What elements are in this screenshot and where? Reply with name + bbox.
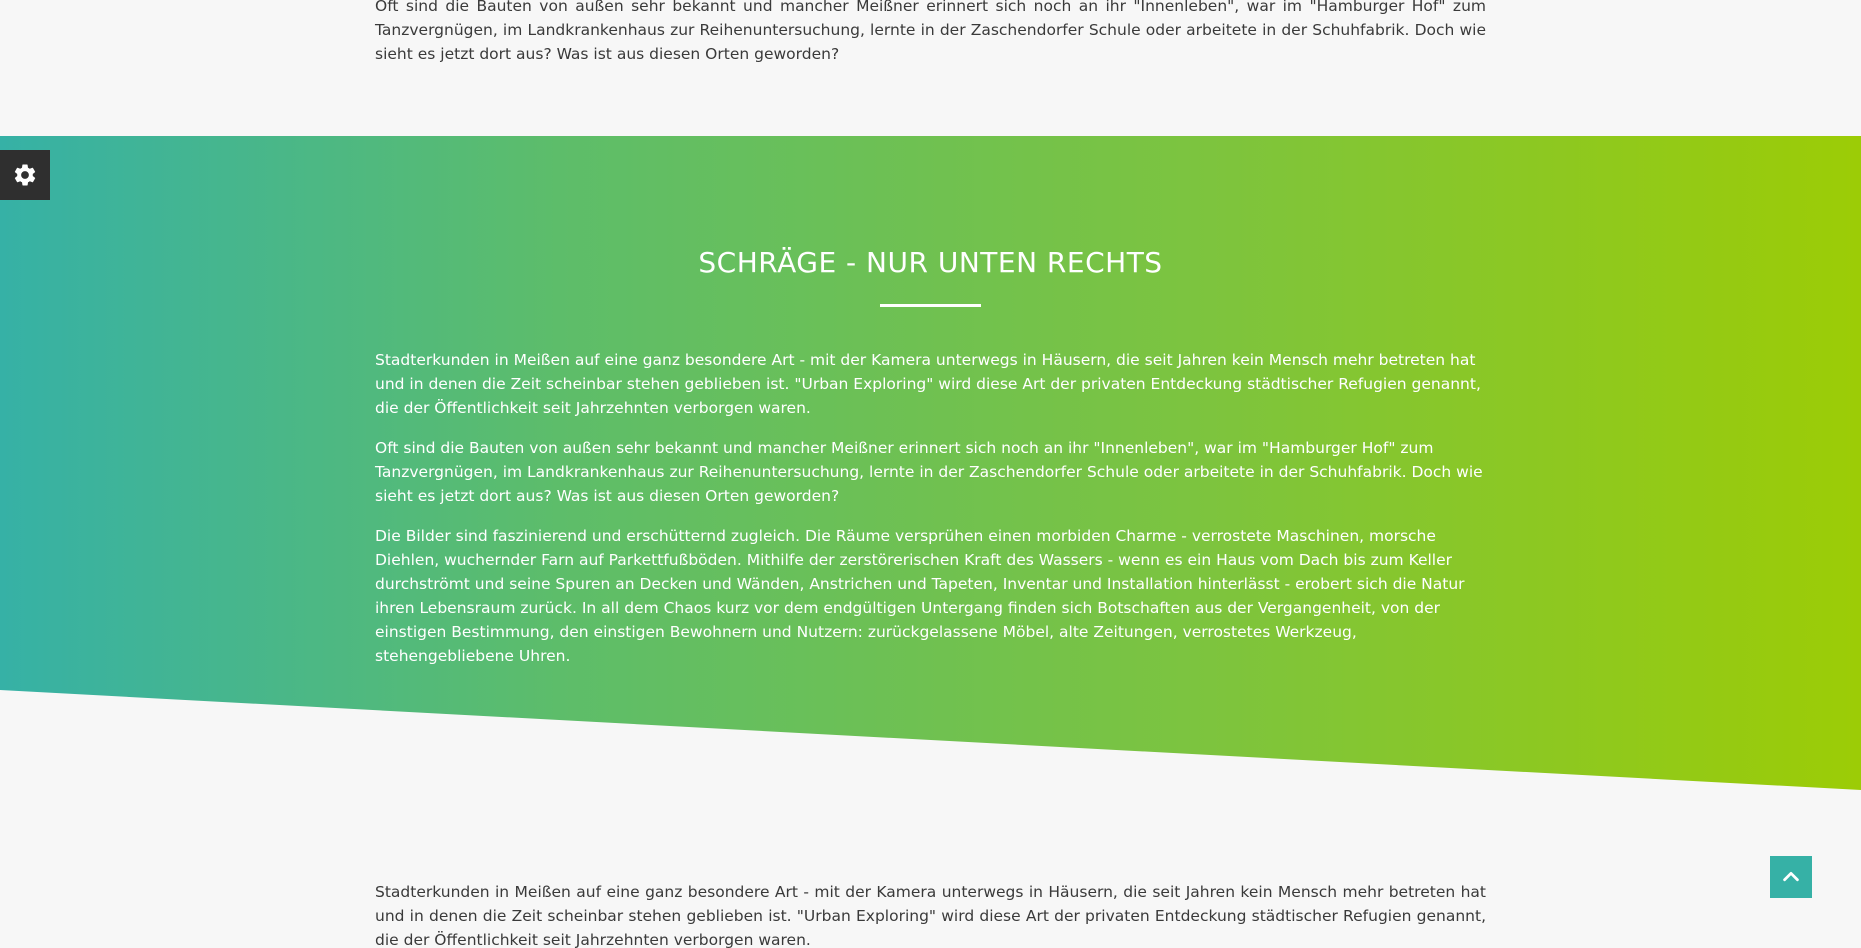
scroll-to-top-button[interactable] [1770, 856, 1812, 898]
chevron-up-icon [1783, 871, 1799, 882]
settings-toggle-button[interactable] [0, 150, 50, 200]
gear-icon [14, 164, 36, 186]
bottom-paragraph: Stadterkunden in Meißen auf eine ganz be… [375, 883, 1486, 948]
slant-paragraph-2: Oft sind die Bauten von außen sehr bekan… [375, 439, 1483, 505]
title-divider [880, 304, 981, 307]
top-paragraph: Oft sind die Bauten von außen sehr bekan… [375, 0, 1486, 63]
top-text-section: Oft sind die Bauten von außen sehr bekan… [375, 0, 1486, 82]
bottom-text-section: Stadterkunden in Meißen auf eine ganz be… [375, 880, 1486, 948]
slant-paragraph-1: Stadterkunden in Meißen auf eine ganz be… [375, 351, 1481, 417]
slant-text-section: Stadterkunden in Meißen auf eine ganz be… [375, 348, 1486, 684]
section-title: SCHRÄGE - NUR UNTEN RECHTS [698, 246, 1163, 279]
page: Oft sind die Bauten von außen sehr bekan… [0, 0, 1861, 948]
slant-paragraph-3: Die Bilder sind faszinierend und erschüt… [375, 527, 1465, 665]
